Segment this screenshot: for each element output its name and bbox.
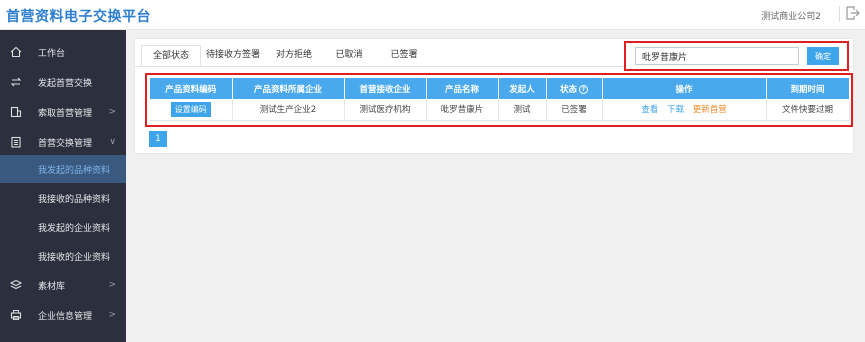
sidebar-item-label: 索取首营管理: [38, 108, 93, 119]
sidebar-subitem-my-initiated-products[interactable]: 我发起的品种资料: [0, 155, 126, 183]
column-header: 操作: [602, 78, 767, 99]
column-header: 首营接收企业: [344, 78, 427, 99]
sidebar-item-company-info[interactable]: 企业信息管理 >: [0, 302, 126, 328]
document-icon: [10, 136, 22, 148]
column-header-label: 状态: [559, 84, 577, 95]
expiry-cell: 文件快要过期: [766, 99, 850, 121]
results-table: 产品资料编码 产品资料所属企业 首营接收企业 产品名称 发起人 状态? 操作 到…: [150, 78, 850, 121]
set-code-button[interactable]: 设置编码: [170, 101, 211, 117]
sidebar-item-label: 企业信息管理: [38, 311, 93, 322]
tab-cancelled[interactable]: 已取消: [323, 45, 375, 67]
search-area: 确定: [624, 41, 849, 71]
sidebar-subitem-my-received-products[interactable]: 我接收的品种资料: [0, 184, 126, 212]
column-header: 产品资料所属企业: [232, 78, 345, 99]
top-bar: 首营资料电子交换平台 测试商业公司2: [0, 0, 865, 30]
sidebar-subitem-label: 我接收的品种资料: [38, 194, 111, 205]
layers-icon: [9, 279, 23, 291]
actions-cell: 查看 下载 更新首营: [602, 99, 767, 121]
main-panel: 全部状态 待接收方签署 对方拒绝 已取消 已签署 确定 产品资料编码 产品资料所…: [134, 38, 855, 154]
sidebar-item-start-exchange[interactable]: 发起首营交换: [0, 69, 126, 95]
page-button-current[interactable]: 1: [149, 131, 167, 147]
download-link[interactable]: 下载: [667, 105, 684, 115]
chevron-right-icon: >: [108, 107, 116, 117]
column-header: 到期时间: [766, 78, 850, 99]
tab-signed[interactable]: 已签署: [375, 45, 433, 67]
column-header: 产品名称: [426, 78, 499, 99]
printer-icon: [10, 309, 22, 321]
table-header-row: 产品资料编码 产品资料所属企业 首营接收企业 产品名称 发起人 状态? 操作 到…: [150, 78, 850, 99]
sidebar-item-exchange-management[interactable]: 首营交换管理 ∨: [0, 129, 126, 155]
company-cell: 测试生产企业2: [232, 99, 345, 121]
sidebar-subitem-label: 我发起的品种资料: [38, 165, 111, 176]
tab-rejected[interactable]: 对方拒绝: [265, 45, 323, 67]
sidebar-subitem-label: 我接收的企业资料: [38, 252, 111, 263]
search-input[interactable]: [635, 47, 799, 65]
initiator-cell: 测试: [498, 99, 547, 121]
chevron-right-icon: >: [108, 280, 116, 290]
column-header-status: 状态?: [546, 78, 603, 99]
sidebar-item-label: 发起首营交换: [38, 78, 93, 89]
sidebar: 工作台 发起首营交换 索取首营管理 > 首营交换管理 ∨ 我发起的品种资料 我接…: [0, 30, 126, 342]
chevron-down-icon: ∨: [109, 137, 116, 147]
sidebar-item-label: 工作台: [38, 48, 66, 59]
sidebar-subitem-my-received-companies[interactable]: 我接收的企业资料: [0, 242, 126, 270]
sidebar-item-materials[interactable]: 素材库 >: [0, 272, 126, 298]
results-table-area: 产品资料编码 产品资料所属企业 首营接收企业 产品名称 发起人 状态? 操作 到…: [145, 73, 853, 127]
request-icon: [10, 106, 22, 118]
status-tabs: 全部状态 待接收方签署 对方拒绝 已取消 已签署: [135, 39, 615, 67]
code-cell: 设置编码: [150, 99, 233, 121]
sidebar-item-label: 素材库: [38, 281, 66, 292]
column-header: 发起人: [498, 78, 547, 99]
sidebar-item-label: 首营交换管理: [38, 138, 93, 149]
chevron-right-icon: >: [108, 310, 116, 320]
tab-pending-receiver-sign[interactable]: 待接收方签署: [201, 45, 265, 67]
sidebar-item-request-management[interactable]: 索取首营管理 >: [0, 99, 126, 125]
sidebar-subitem-my-initiated-companies[interactable]: 我发起的企业资料: [0, 213, 126, 241]
table-row: 设置编码 测试生产企业2 测试医疗机构 吡罗昔康片 测试 已签署 查看 下载 更…: [150, 99, 850, 121]
receiver-cell: 测试医疗机构: [344, 99, 427, 121]
company-name[interactable]: 测试商业公司2: [761, 9, 821, 22]
tab-all-status[interactable]: 全部状态: [141, 45, 201, 67]
update-link[interactable]: 更新首营: [693, 105, 727, 115]
confirm-button[interactable]: 确定: [807, 47, 839, 65]
status-cell: 已签署: [546, 99, 603, 121]
help-icon[interactable]: ?: [579, 84, 588, 94]
logout-icon[interactable]: [839, 6, 860, 22]
product-cell: 吡罗昔康片: [426, 99, 499, 121]
column-header: 产品资料编码: [150, 78, 233, 99]
exchange-icon: [10, 76, 22, 88]
home-icon: [10, 46, 22, 58]
app-title: 首营资料电子交换平台: [6, 9, 151, 25]
view-link[interactable]: 查看: [641, 105, 658, 115]
sidebar-item-workbench[interactable]: 工作台: [0, 39, 126, 65]
sidebar-subitem-label: 我发起的企业资料: [38, 223, 111, 234]
